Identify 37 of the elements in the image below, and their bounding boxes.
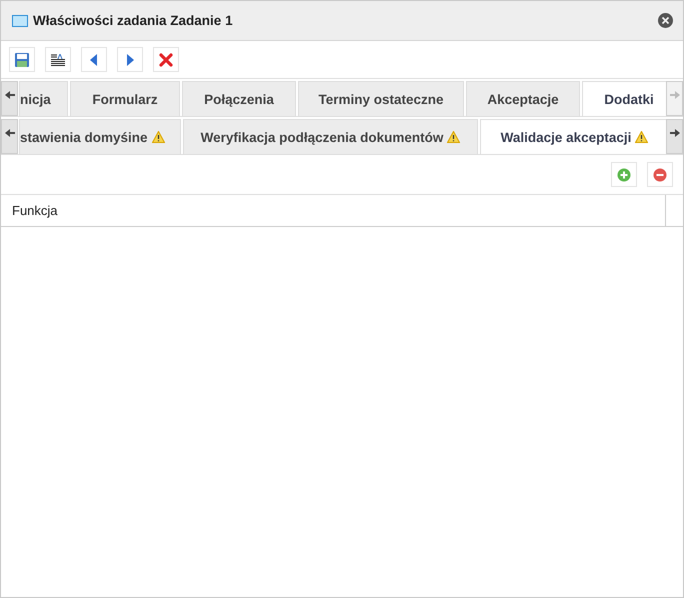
save-icon [14, 52, 30, 68]
right-arrow-icon [670, 128, 680, 138]
remove-icon [653, 168, 667, 182]
save-button[interactable] [9, 47, 35, 72]
left-arrow-icon [4, 128, 14, 138]
tab[interactable]: Weryfikacja podłączenia dokumentów [183, 119, 478, 154]
tab[interactable]: Połączenia [182, 81, 296, 116]
tab[interactable]: Dodatki [582, 81, 666, 116]
window-icon [12, 14, 28, 26]
tab[interactable]: Terminy ostateczne [298, 81, 464, 116]
scroll-right-button[interactable] [666, 119, 683, 154]
format-button[interactable] [45, 47, 71, 72]
tab[interactable]: Formularz [70, 81, 180, 116]
remove-button[interactable] [647, 162, 673, 187]
scroll-left-button[interactable] [1, 81, 18, 116]
left-arrow-icon [4, 90, 14, 100]
tab[interactable]: nicja [19, 81, 68, 116]
next-button[interactable] [117, 47, 143, 72]
previous-button[interactable] [81, 47, 107, 72]
window-title: Właściwości zadania Zadanie 1 [33, 13, 234, 28]
tab[interactable]: stawienia domyśine [19, 119, 181, 154]
column-header[interactable]: Funkcja [1, 195, 666, 226]
left-triangle-icon [90, 54, 98, 66]
add-icon [617, 168, 631, 182]
text-lines-icon [51, 54, 65, 66]
close-icon[interactable] [658, 13, 673, 28]
right-arrow-icon [670, 90, 680, 100]
add-button[interactable] [611, 162, 637, 187]
tab[interactable]: Akceptacje [466, 81, 580, 116]
warning-icon [152, 131, 165, 143]
tab[interactable]: Walidacje akceptacji [480, 119, 666, 154]
right-triangle-icon [126, 54, 134, 66]
delete-icon [159, 52, 173, 66]
warning-icon [635, 131, 648, 143]
warning-icon [447, 131, 460, 143]
delete-button[interactable] [153, 47, 179, 72]
scroll-left-button[interactable] [1, 119, 18, 154]
